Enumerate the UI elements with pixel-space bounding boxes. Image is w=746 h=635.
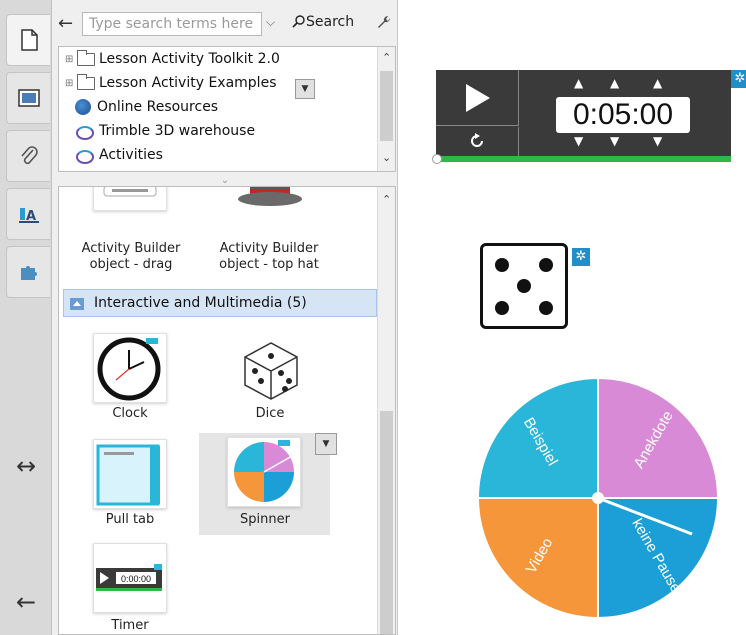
minutes-down-arrow-icon[interactable]: ▼ xyxy=(610,134,619,148)
back-arrow-icon[interactable]: ← xyxy=(58,13,73,34)
folder-icon xyxy=(77,49,95,66)
attachments-tab[interactable] xyxy=(6,130,50,182)
paperclip-icon xyxy=(20,146,38,165)
spinner-thumbnail[interactable] xyxy=(227,437,301,507)
tree-scrollbar[interactable]: ⌃ ⌄ xyxy=(377,47,395,171)
category-header[interactable]: Interactive and Multimedia (5) xyxy=(63,289,377,317)
auto-hide-arrows-icon[interactable]: ↔ xyxy=(0,452,52,480)
dice-pip xyxy=(495,258,509,272)
gallery-scrollbar[interactable]: ⌃ xyxy=(377,187,395,634)
scroll-thumb[interactable] xyxy=(380,71,393,141)
play-button[interactable] xyxy=(436,70,519,126)
wrench-icon[interactable] xyxy=(375,13,391,33)
panel-splitter[interactable]: ⌄ xyxy=(52,175,398,186)
timer-progress-bar xyxy=(436,156,731,162)
tree-item[interactable]: Online Resources xyxy=(75,95,218,119)
move-panel-arrow-icon[interactable]: ← xyxy=(0,588,52,616)
tree-item-label: Activities xyxy=(99,147,163,163)
top-hat-thumbnail[interactable] xyxy=(233,187,307,211)
page-sorter-tab[interactable] xyxy=(6,14,50,66)
swirl-icon xyxy=(75,123,94,140)
tree-item-label: Trimble 3D warehouse xyxy=(99,123,256,139)
dice-pip xyxy=(539,258,553,272)
tree-item[interactable]: ⊞ Lesson Activity Examples xyxy=(65,71,276,95)
search-button[interactable]: Search xyxy=(292,14,354,30)
gallery-tree: ⊞ Lesson Activity Toolkit 2.0 ⊞ Lesson Act… xyxy=(58,46,396,172)
search-button-label: Search xyxy=(306,14,355,30)
svg-text:0:00:00: 0:00:00 xyxy=(121,574,151,584)
search-input[interactable]: Type search terms here xyxy=(82,12,262,36)
search-bar: ← Type search terms here ⌵ Search xyxy=(52,10,398,38)
timer-progress-knob[interactable] xyxy=(432,154,442,164)
timer-thumbnail[interactable]: 0:00:00 xyxy=(93,543,167,613)
swirl-icon xyxy=(75,147,94,164)
scroll-up-icon[interactable]: ⌃ xyxy=(382,51,391,64)
timer-widget: ▲ ▲ ▲ 0:05:00 ▼ ▼ ▼ xyxy=(432,70,731,164)
timer-display[interactable]: 0:05:00 xyxy=(556,97,690,133)
item-menu-button[interactable]: ▼ xyxy=(315,433,337,455)
gallery-item-label: Spinner xyxy=(240,512,290,527)
gallery-content: Activity Builder object - drag Activity B… xyxy=(58,186,396,635)
gallery-item-label: Clock xyxy=(112,406,148,421)
spinner-widget[interactable]: Beispiel Anekdotekeine PauseVideo xyxy=(476,376,721,621)
gallery-item-label: Timer xyxy=(111,618,149,633)
dice-pip xyxy=(495,301,509,315)
gallery-item-label: Dice xyxy=(255,406,285,421)
gallery-item-label: Activity Builder object - top hat xyxy=(219,241,319,272)
search-icon xyxy=(292,15,305,28)
side-tab-rail: A ↔ ← xyxy=(0,0,52,635)
properties-tab[interactable]: A xyxy=(6,188,50,240)
gallery-item-label: Activity Builder object - drag xyxy=(81,241,181,272)
tree-item-label: Lesson Activity Examples xyxy=(99,75,277,91)
addons-tab[interactable] xyxy=(6,246,50,298)
tree-item[interactable]: Activities xyxy=(75,143,163,167)
tree-item-label: Online Resources xyxy=(97,99,219,115)
tree-item-label: Lesson Activity Toolkit 2.0 xyxy=(99,51,280,67)
properties-icon: A xyxy=(18,208,39,224)
spinner-hub xyxy=(592,492,604,504)
globe-icon xyxy=(75,99,91,115)
expand-icon[interactable]: ⊞ xyxy=(65,54,77,65)
reset-button[interactable] xyxy=(436,127,519,156)
collapse-triangle-icon[interactable] xyxy=(70,298,84,310)
gallery-panel: ← Type search terms here ⌵ Search ⊞ Lesso… xyxy=(52,0,398,635)
dice-thumbnail[interactable] xyxy=(233,333,307,403)
dice-pip xyxy=(539,301,553,315)
gallery-icon xyxy=(17,89,40,107)
expand-icon[interactable]: ⊞ xyxy=(65,78,77,89)
activity-builder-drag-thumbnail[interactable] xyxy=(93,187,167,211)
gallery-tab[interactable] xyxy=(6,72,50,124)
hours-down-arrow-icon[interactable]: ▼ xyxy=(574,134,583,148)
dice-widget[interactable] xyxy=(480,243,568,329)
play-icon xyxy=(466,84,490,112)
scroll-up-icon[interactable]: ⌃ xyxy=(382,193,391,206)
page-icon xyxy=(20,29,38,51)
seconds-up-arrow-icon[interactable]: ▲ xyxy=(653,76,662,90)
seconds-down-arrow-icon[interactable]: ▼ xyxy=(653,134,662,148)
hours-up-arrow-icon[interactable]: ▲ xyxy=(574,76,583,90)
dice-pip xyxy=(517,279,531,293)
tree-item[interactable]: ⊞ Lesson Activity Toolkit 2.0 xyxy=(65,47,280,71)
pull-tab-thumbnail[interactable] xyxy=(93,439,167,509)
gallery-item-label: Pull tab xyxy=(105,512,155,527)
minutes-up-arrow-icon[interactable]: ▲ xyxy=(610,76,619,90)
dice-settings-gear-icon[interactable]: ✲ xyxy=(572,248,590,266)
folder-icon xyxy=(77,73,95,90)
tree-item[interactable]: Trimble 3D warehouse xyxy=(75,119,255,143)
scroll-down-icon[interactable]: ⌄ xyxy=(382,151,391,164)
scroll-thumb[interactable] xyxy=(380,411,393,634)
puzzle-icon xyxy=(20,266,37,280)
clock-thumbnail[interactable] xyxy=(93,333,167,403)
category-label: Interactive and Multimedia (5) xyxy=(94,295,307,311)
timer-settings-gear-icon[interactable]: ✲ xyxy=(731,70,746,88)
chevron-down-icon[interactable]: ⌵ xyxy=(266,15,275,30)
item-menu-button[interactable]: ▼ xyxy=(295,79,315,99)
reset-icon xyxy=(471,133,483,147)
